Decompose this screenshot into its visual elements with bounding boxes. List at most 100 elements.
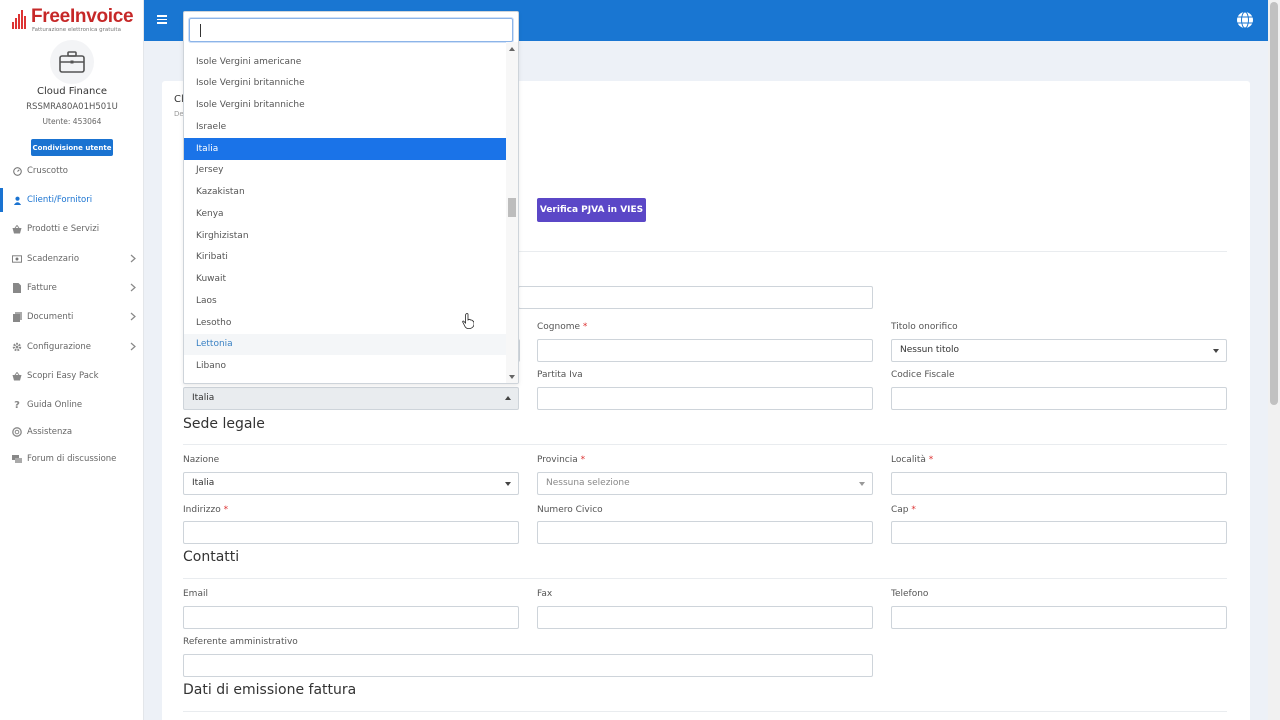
cognome-label: Cognome * xyxy=(537,322,588,332)
sidebar: FreeInvoice Fatturazione elettronica gra… xyxy=(0,0,144,720)
codice-fiscale-field[interactable] xyxy=(891,387,1227,410)
sidebar-item-fatture[interactable]: Fatture xyxy=(0,276,144,300)
sidebar-item-configurazione[interactable]: Configurazione xyxy=(0,335,144,359)
nazione-select[interactable]: Italia xyxy=(183,472,519,495)
hand-cursor-icon xyxy=(462,313,474,329)
partita-iva-label: Partita Iva xyxy=(537,370,583,380)
cap-label: Cap * xyxy=(891,505,916,515)
nazione-label: Nazione xyxy=(183,455,220,465)
telefono-label: Telefono xyxy=(891,589,929,599)
user-icon xyxy=(12,195,22,205)
lifebuoy-icon xyxy=(12,427,22,437)
country-options-list[interactable]: Isole Turks e Caicos Isole Vergini ameri… xyxy=(184,42,507,383)
scroll-down-icon[interactable] xyxy=(509,375,515,379)
codice-fiscale-label: Codice Fiscale xyxy=(891,370,955,380)
sidebar-item-documenti[interactable]: Documenti xyxy=(0,305,144,329)
page-scrollbar[interactable] xyxy=(1268,0,1280,720)
titolo-select[interactable]: Nessun titolo xyxy=(891,339,1227,362)
chevron-right-icon xyxy=(130,312,136,321)
cognome-field[interactable] xyxy=(537,339,873,362)
indirizzo-field[interactable] xyxy=(183,521,519,544)
sidebar-item-label: Fatture xyxy=(27,283,57,293)
scroll-up-icon[interactable] xyxy=(509,47,515,51)
basket-icon xyxy=(12,224,22,234)
menu-icon[interactable] xyxy=(157,15,167,24)
briefcase-icon xyxy=(59,51,85,73)
sidebar-item-label: Scadenzario xyxy=(27,254,80,264)
chevron-right-icon xyxy=(130,283,136,292)
country-option[interactable]: Kenya xyxy=(184,203,507,225)
country-option[interactable]: Laos xyxy=(184,290,507,312)
avatar xyxy=(50,40,94,84)
localita-label: Località * xyxy=(891,455,934,465)
country-search-input[interactable] xyxy=(189,18,513,42)
indirizzo-label: Indirizzo * xyxy=(183,505,229,515)
caret-down-icon xyxy=(1213,349,1219,353)
sidebar-item-label: Prodotti e Servizi xyxy=(27,224,100,234)
country-option[interactable]: Jersey xyxy=(184,160,507,182)
gear-icon xyxy=(12,342,22,352)
scrollbar-thumb[interactable] xyxy=(508,198,516,217)
basket-icon xyxy=(12,371,22,381)
sede-legale-heading: Sede legale xyxy=(183,416,265,432)
profile-name: Cloud Finance xyxy=(37,86,107,97)
contatti-heading: Contatti xyxy=(183,549,240,565)
provincia-label: Provincia * xyxy=(537,455,586,465)
sidebar-item-label: Assistenza xyxy=(27,427,73,437)
logo-text: FreeInvoice xyxy=(31,6,134,27)
country-option[interactable]: Libano xyxy=(184,355,507,377)
titolo-label: Titolo onorifico xyxy=(891,322,958,332)
numero-civico-label: Numero Civico xyxy=(537,505,603,515)
referente-field[interactable] xyxy=(183,654,873,677)
caret-up-icon xyxy=(505,396,511,400)
localita-field[interactable] xyxy=(891,472,1227,495)
country-option[interactable]: Lesotho xyxy=(184,312,507,334)
sidebar-item-assistenza[interactable]: Assistenza xyxy=(0,420,144,444)
chevron-right-icon xyxy=(130,254,136,263)
cap-field[interactable] xyxy=(891,521,1227,544)
country-option-selected[interactable]: Italia xyxy=(184,137,507,160)
company-name-field[interactable] xyxy=(518,286,873,309)
telefono-field[interactable] xyxy=(891,606,1227,629)
country-option[interactable]: Kiribati xyxy=(184,247,507,269)
sidebar-item-label: Guida Online xyxy=(27,400,83,410)
country-option[interactable]: Kuwait xyxy=(184,268,507,290)
sidebar-item-clienti-fornitori[interactable]: Clienti/Fornitori xyxy=(0,188,144,212)
sidebar-item-cruscotto[interactable]: Cruscotto xyxy=(0,159,144,183)
dati-emissione-heading: Dati di emissione fattura xyxy=(183,682,357,698)
share-user-button[interactable]: Condivisione utente xyxy=(31,139,113,156)
globe-icon[interactable] xyxy=(1236,11,1254,29)
sidebar-item-scadenzario[interactable]: Scadenzario xyxy=(0,247,144,271)
dropdown-scrollbar[interactable] xyxy=(506,42,518,383)
chevron-right-icon xyxy=(130,342,136,351)
country-option-hovered[interactable]: Lettonia xyxy=(184,333,507,356)
fax-field[interactable] xyxy=(537,606,873,629)
sidebar-item-label: Documenti xyxy=(27,312,74,322)
sidebar-item-prodotti-servizi[interactable]: Prodotti e Servizi xyxy=(0,217,144,241)
country-option[interactable]: Isole Vergini britanniche xyxy=(184,94,507,116)
sidebar-item-label: Cruscotto xyxy=(27,166,68,176)
country-option[interactable]: Israele xyxy=(184,116,507,138)
provincia-select[interactable]: Nessuna selezione xyxy=(537,472,873,495)
numero-civico-field[interactable] xyxy=(537,521,873,544)
verify-vies-button[interactable]: Verifica PJVA in VIES xyxy=(537,198,646,222)
country-option[interactable]: Isole Vergini americane xyxy=(184,51,507,73)
country-option[interactable]: Isole Vergini britanniche xyxy=(184,73,507,95)
sidebar-item-easy-pack[interactable]: Scopri Easy Pack xyxy=(0,364,144,388)
divider xyxy=(183,578,1227,579)
sidebar-item-label: Configurazione xyxy=(27,342,92,352)
sidebar-item-forum[interactable]: Forum di discussione xyxy=(0,447,144,471)
sidebar-item-label: Scopri Easy Pack xyxy=(27,371,99,381)
country-option[interactable]: Kirghizistan xyxy=(184,225,507,247)
gauge-icon xyxy=(12,166,22,176)
country-option[interactable]: Isole Turks e Caicos xyxy=(184,42,507,51)
nazione-iva-select[interactable]: Italia xyxy=(183,387,519,410)
country-option[interactable]: Kazakistan xyxy=(184,181,507,203)
forum-icon xyxy=(12,454,22,464)
fax-label: Fax xyxy=(537,589,553,599)
partita-iva-field[interactable] xyxy=(537,387,873,410)
referente-label: Referente amministrativo xyxy=(183,637,298,647)
sidebar-item-guida-online[interactable]: ? Guida Online xyxy=(0,393,144,417)
email-field[interactable] xyxy=(183,606,519,629)
text-caret xyxy=(200,24,201,37)
